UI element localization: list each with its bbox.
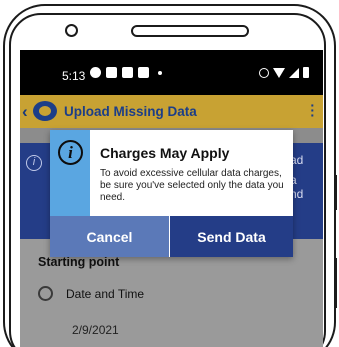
- info-icon: i: [58, 140, 83, 165]
- charges-dialog: i Charges May Apply To avoid excessive c…: [50, 130, 293, 257]
- dialog-icon-panel: i: [50, 130, 90, 216]
- volume-button: [335, 175, 337, 210]
- cancel-button[interactable]: Cancel: [50, 216, 170, 257]
- status-system-icons: [259, 67, 309, 78]
- overflow-menu-icon[interactable]: · · ·: [310, 98, 315, 122]
- back-arrow-icon[interactable]: ‹: [22, 102, 28, 122]
- info-icon: i: [26, 155, 42, 171]
- power-button: [335, 258, 337, 308]
- date-time-radio[interactable]: [38, 286, 53, 301]
- date-value[interactable]: 2/9/2021: [72, 323, 119, 337]
- dialog-actions: Cancel Send Data: [50, 216, 293, 257]
- battery-icon: [303, 67, 309, 78]
- status-bar: 5:13: [20, 50, 323, 95]
- status-time: 5:13: [62, 69, 86, 83]
- wifi-icon: [273, 67, 285, 78]
- dialog-message: To avoid excessive cellular data charges…: [100, 168, 284, 203]
- app-notification-icon: [90, 67, 101, 78]
- twitter-icon: [106, 67, 117, 78]
- page-title: Upload Missing Data: [64, 104, 197, 119]
- speaker-grille: [131, 25, 249, 37]
- square-notification-icon: [138, 67, 149, 78]
- signal-icon: [289, 67, 299, 78]
- app-logo-icon: [33, 101, 57, 121]
- email-icon: [122, 67, 133, 78]
- front-camera: [65, 24, 78, 37]
- send-data-button[interactable]: Send Data: [170, 216, 293, 257]
- radio-label: Date and Time: [66, 287, 145, 301]
- alarm-icon: [259, 67, 269, 78]
- section-title: Starting point: [38, 255, 120, 269]
- status-notification-icons: [90, 67, 162, 78]
- dialog-title: Charges May Apply: [100, 145, 230, 161]
- app-bar: ‹ Upload Missing Data · · ·: [20, 95, 323, 128]
- more-dot-icon: [158, 70, 162, 75]
- screen: 5:13 ‹ Upload Missing Data · · · i ad a nd: [20, 50, 323, 347]
